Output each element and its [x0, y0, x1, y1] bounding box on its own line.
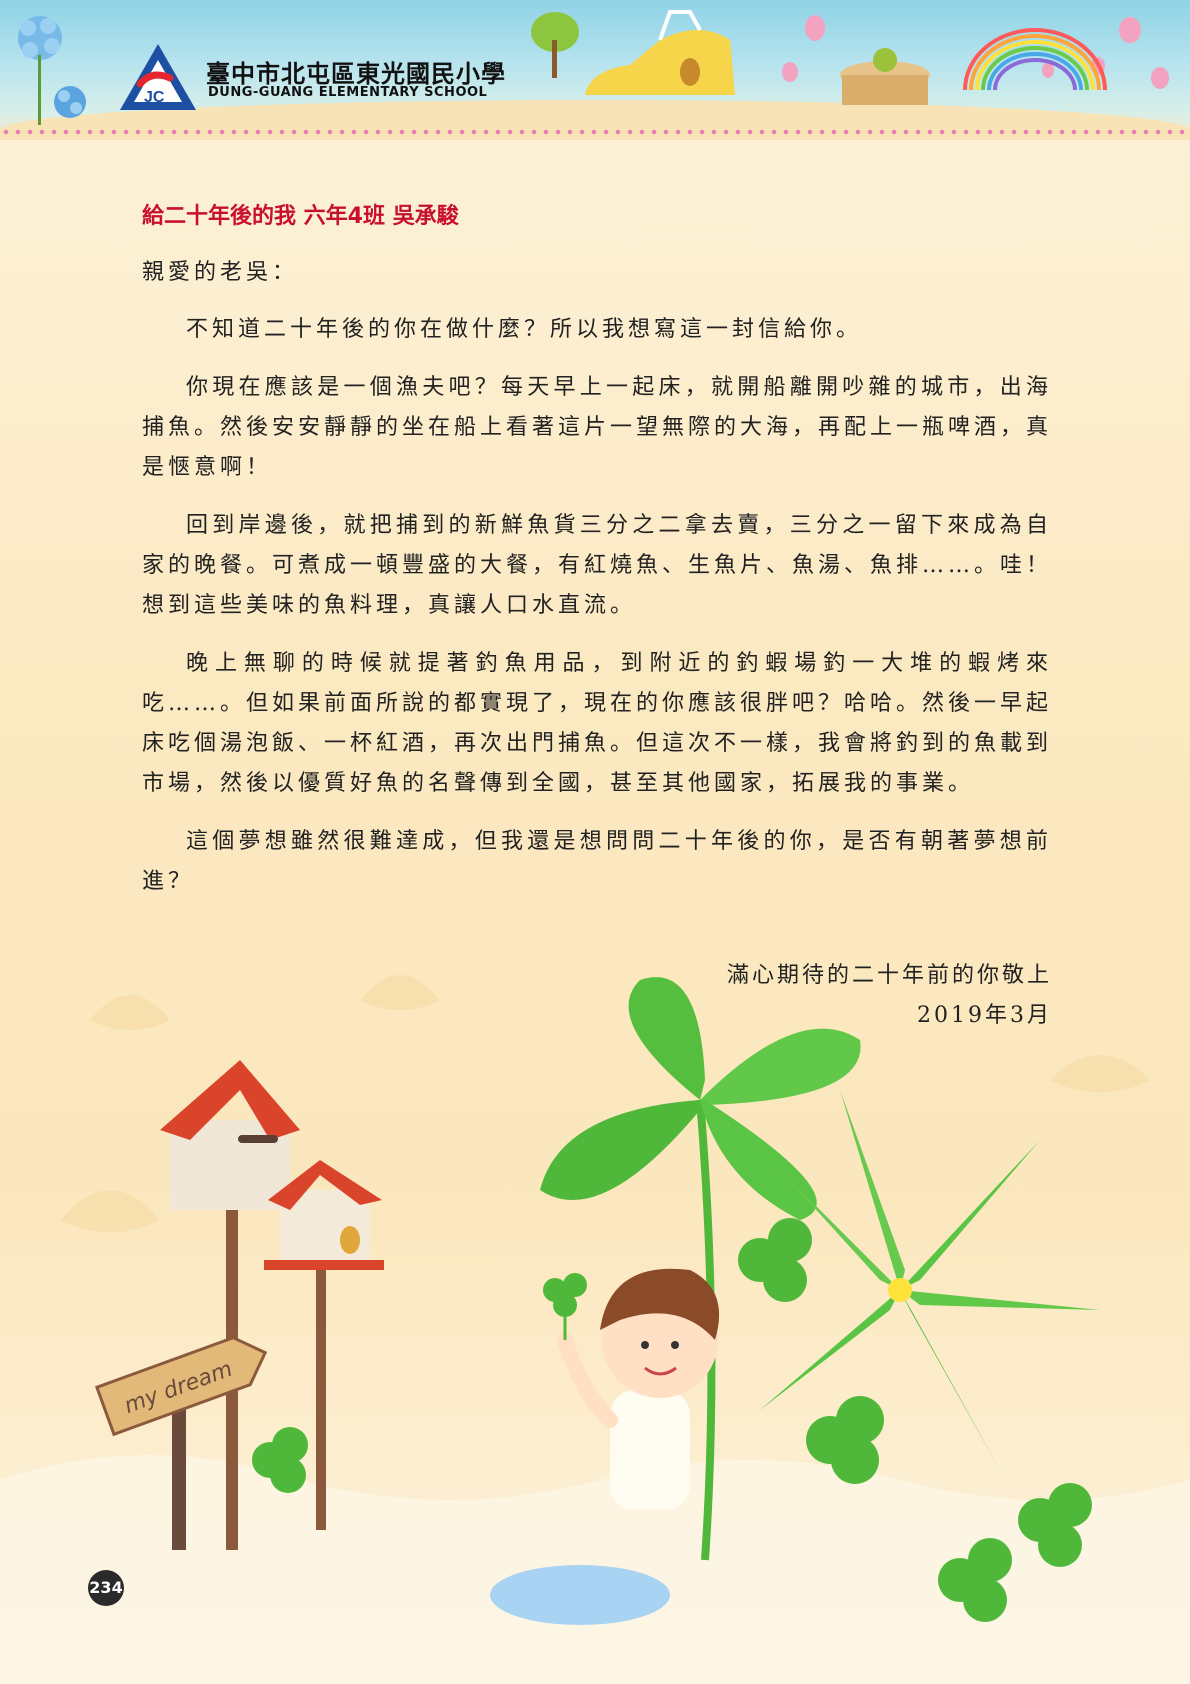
school-name-en: DUNG-GUANG ELEMENTARY SCHOOL: [208, 85, 488, 100]
svg-text:JC: JC: [144, 89, 165, 106]
page: JC 臺中市北屯區東光國民小學 DUNG-GUANG ELEMENTARY SC…: [0, 0, 1190, 1684]
stump-icon: [840, 48, 930, 105]
letter-salutation: 親愛的老吳：: [142, 260, 299, 285]
letter-paragraph: 回到岸邊後，就把捕到的新鮮魚貨三分之二拿去賣，三分之一留下來成為自家的晚餐。可煮…: [142, 513, 1053, 618]
letter-title: 給二十年後的我 六年4班 吳承駿: [142, 204, 459, 229]
letter-paragraph: 你現在應該是一個漁夫吧？每天早上一起床，就開船離開吵雜的城市，出海捕魚。然後安安…: [142, 375, 1053, 480]
letter-paragraph: 晚上無聊的時候就提著釣魚用品，到附近的釣蝦場釣一大堆的蝦烤來吃……。但如果前面所…: [142, 651, 1053, 796]
tree-icon: [531, 12, 579, 78]
rainbow-icon: [963, 28, 1107, 91]
flower-icon: [18, 16, 86, 125]
letter-paragraph: 不知道二十年後的你在做什麼？所以我想寫這一封信給你。: [186, 317, 863, 342]
letter-body: 不知道二十年後的你在做什麼？所以我想寫這一封信給你。 你現在應該是一個漁夫吧？每…: [142, 310, 1052, 920]
page-number: 234: [88, 1570, 124, 1606]
school-logo-icon: JC: [118, 42, 198, 112]
shoe-house-icon: [585, 10, 735, 95]
flower-icon: [760, 1090, 1100, 1470]
illustration: my dream: [0, 975, 1190, 1684]
school-name-cn: 臺中市北屯區東光國民小學: [206, 60, 506, 88]
tulip-icon: [782, 15, 1169, 89]
dotted-divider: [0, 128, 1190, 136]
header-banner: JC 臺中市北屯區東光國民小學 DUNG-GUANG ELEMENTARY SC…: [0, 0, 1190, 140]
letter-paragraph: 這個夢想雖然很難達成，但我還是想問問二十年後的你，是否有朝著夢想前進？: [142, 829, 1052, 894]
